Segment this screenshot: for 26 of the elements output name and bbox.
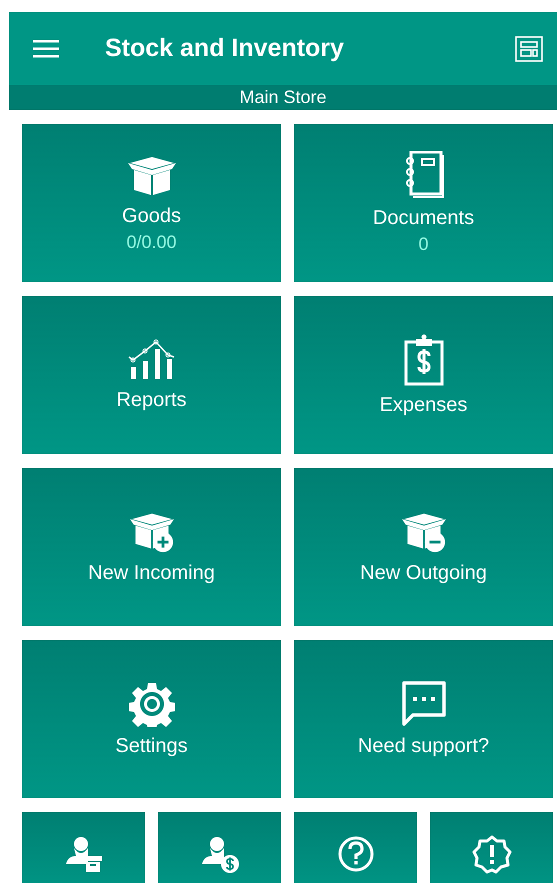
layout-button[interactable] <box>515 36 543 62</box>
shortcut-button[interactable] <box>158 812 281 883</box>
menu-tile[interactable]: Goods 0/0.00 <box>22 124 281 282</box>
chart-icon <box>128 338 176 380</box>
menu-tile[interactable]: Settings <box>22 640 281 798</box>
shortcut-button[interactable] <box>294 812 417 883</box>
help-icon <box>336 834 376 874</box>
settings-icon <box>128 680 174 726</box>
menu-tile[interactable]: Documents 0 <box>294 124 553 282</box>
layout-icon <box>515 36 543 62</box>
clipboard-dollar-icon <box>404 334 444 386</box>
menu-tile[interactable]: New Incoming <box>22 468 281 626</box>
menu-tile[interactable]: Need support? <box>294 640 553 798</box>
person-box-icon <box>64 834 104 874</box>
menu-tile[interactable]: Reports <box>22 296 281 454</box>
alert-badge-icon <box>472 834 512 874</box>
menu-tile[interactable]: New Outgoing <box>294 468 553 626</box>
menu-button[interactable] <box>33 38 61 60</box>
store-name: Main Store <box>239 87 327 108</box>
shortcut-button[interactable] <box>22 812 145 883</box>
app-title: Stock and Inventory <box>105 34 345 63</box>
person-dollar-icon <box>200 834 240 874</box>
menu-tile[interactable]: Expenses <box>294 296 553 454</box>
menu-icon <box>33 40 59 58</box>
shortcut-button[interactable] <box>430 812 553 883</box>
chat-bubble-icon <box>400 680 448 726</box>
